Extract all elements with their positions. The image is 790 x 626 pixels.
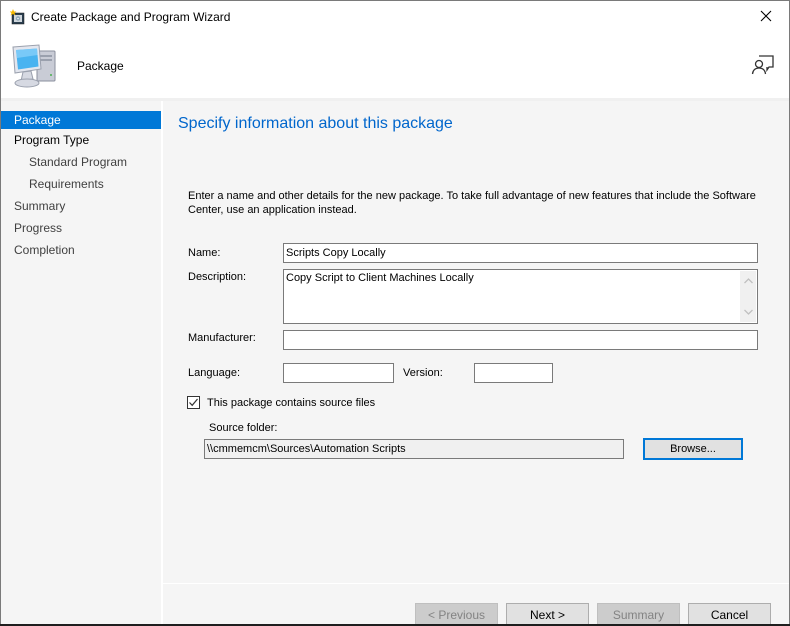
- version-label: Version:: [403, 367, 443, 379]
- description-textarea[interactable]: Copy Script to Client Machines Locally: [283, 269, 758, 324]
- wizard-steps-sidebar: Package Program Type Standard Program Re…: [1, 101, 161, 625]
- manufacturer-label: Manufacturer:: [188, 332, 256, 344]
- sidebar-item-summary[interactable]: Summary: [1, 195, 161, 217]
- wizard-window: Create Package and Program Wizard Packag…: [0, 0, 790, 626]
- sidebar-item-progress[interactable]: Progress: [1, 217, 161, 239]
- name-input[interactable]: [283, 243, 758, 263]
- sidebar-item-requirements[interactable]: Requirements: [1, 173, 161, 195]
- browse-button[interactable]: Browse...: [643, 438, 743, 460]
- footer-divider: [163, 583, 789, 584]
- source-files-checkbox[interactable]: [187, 396, 200, 409]
- manufacturer-input[interactable]: [283, 330, 758, 350]
- sidebar-item-package[interactable]: Package: [1, 111, 161, 129]
- name-label: Name:: [188, 247, 221, 259]
- summary-button[interactable]: Summary: [597, 603, 680, 626]
- computer-icon: [9, 41, 61, 91]
- source-folder-label: Source folder:: [209, 422, 278, 434]
- sidebar-item-program-type[interactable]: Program Type: [1, 129, 161, 151]
- header-title: Package: [77, 59, 124, 73]
- language-label: Language:: [188, 367, 240, 379]
- cancel-button[interactable]: Cancel: [688, 603, 771, 626]
- intro-text: Enter a name and other details for the n…: [188, 190, 756, 216]
- wizard-app-icon: [9, 9, 26, 25]
- description-label: Description:: [188, 271, 247, 283]
- title-bar: Create Package and Program Wizard: [1, 1, 789, 33]
- source-folder-input[interactable]: [204, 439, 624, 459]
- close-button[interactable]: [743, 1, 789, 33]
- sidebar-item-standard-program[interactable]: Standard Program: [1, 151, 161, 173]
- page-heading: Specify information about this package: [178, 115, 453, 132]
- description-text: Copy Script to Client Machines Locally: [286, 272, 474, 284]
- version-input[interactable]: [474, 363, 553, 383]
- description-scrollbar[interactable]: [740, 271, 756, 322]
- next-button[interactable]: Next >: [506, 603, 589, 626]
- sidebar-item-completion[interactable]: Completion: [1, 239, 161, 261]
- source-files-checkbox-label[interactable]: This package contains source files: [207, 397, 375, 409]
- language-input[interactable]: [283, 363, 394, 383]
- feedback-icon[interactable]: [751, 53, 775, 77]
- wizard-header: Package: [1, 33, 789, 98]
- scroll-up-icon[interactable]: [740, 273, 756, 289]
- previous-button[interactable]: < Previous: [415, 603, 498, 626]
- close-icon: [760, 10, 772, 25]
- wizard-page-content: Specify information about this package E…: [163, 101, 789, 583]
- window-title: Create Package and Program Wizard: [31, 10, 231, 24]
- scroll-down-icon[interactable]: [740, 304, 756, 320]
